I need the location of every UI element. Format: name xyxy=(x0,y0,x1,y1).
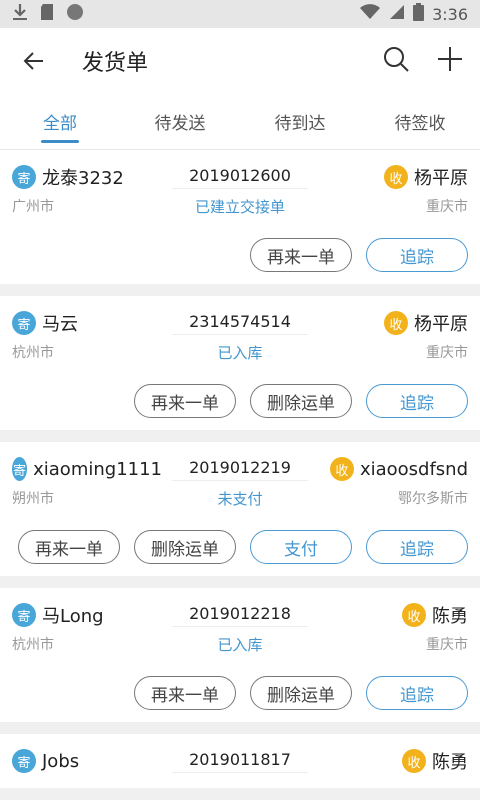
battery-icon xyxy=(413,3,425,25)
sender-city: 朔州市 xyxy=(12,491,54,507)
receive-badge: 收 xyxy=(402,603,426,627)
track-button[interactable]: 追踪 xyxy=(366,530,468,564)
track-button[interactable]: 追踪 xyxy=(366,238,468,272)
delete-waybill-button[interactable]: 删除运单 xyxy=(250,676,352,710)
signal-icon xyxy=(389,4,405,24)
receiver-city: 鄂尔多斯市 xyxy=(398,491,468,507)
page-title: 发货单 xyxy=(82,51,149,76)
receiver-city: 重庆市 xyxy=(426,199,468,215)
order-card[interactable]: 寄 龙泰3232 2019012600 收 杨平原 广州市 已建立交接单 重庆市… xyxy=(0,150,480,284)
sender-city: 杭州市 xyxy=(12,637,54,653)
wifi-icon xyxy=(359,4,381,24)
receiver-name: 杨平原 xyxy=(414,314,468,335)
receiver-name: 陈勇 xyxy=(432,606,468,627)
search-button[interactable] xyxy=(382,45,410,77)
waybill-number: 2019012600 xyxy=(172,166,308,189)
add-button[interactable] xyxy=(436,45,464,77)
order-list: 寄 龙泰3232 2019012600 收 杨平原 广州市 已建立交接单 重庆市… xyxy=(0,150,480,800)
reorder-button[interactable]: 再来一单 xyxy=(134,676,236,710)
back-button[interactable] xyxy=(16,43,52,79)
send-badge: 寄 xyxy=(12,457,28,481)
tab-pending-send[interactable]: 待发送 xyxy=(120,94,240,149)
receive-badge: 收 xyxy=(402,749,426,773)
sender-city: 广州市 xyxy=(12,199,54,215)
receiver-city: 重庆市 xyxy=(426,637,468,653)
order-status: 未支付 xyxy=(217,489,263,508)
arrow-left-icon xyxy=(23,52,43,70)
order-card[interactable]: 寄 xiaoming1111 2019012219 收 xiaoosdfsnd … xyxy=(0,442,480,576)
plus-icon xyxy=(438,47,462,71)
order-status: 已入库 xyxy=(217,343,263,362)
sender-name: 马Long xyxy=(42,606,104,627)
order-card[interactable]: 寄 马云 2314574514 收 杨平原 杭州市 已入库 重庆市 再来一单 删… xyxy=(0,296,480,430)
tab-all[interactable]: 全部 xyxy=(0,94,120,149)
sender-name: Jobs xyxy=(42,750,80,772)
sender-name: xiaoming1111 xyxy=(33,458,162,480)
waybill-number: 2019012218 xyxy=(172,604,308,627)
pay-button[interactable]: 支付 xyxy=(250,530,352,564)
waybill-number: 2019011817 xyxy=(172,750,308,773)
send-badge: 寄 xyxy=(12,603,36,627)
delete-waybill-button[interactable]: 删除运单 xyxy=(250,384,352,418)
waybill-number: 2314574514 xyxy=(172,312,308,335)
receiver-city: 重庆市 xyxy=(426,345,468,361)
sd-card-icon xyxy=(40,3,54,25)
status-bar: 3:36 xyxy=(0,0,480,28)
send-badge: 寄 xyxy=(12,311,36,335)
order-card[interactable]: 寄 Jobs 2019011817 收 陈勇 xyxy=(0,734,480,788)
receiver-name: 陈勇 xyxy=(432,752,468,773)
waybill-number: 2019012219 xyxy=(172,458,308,481)
search-icon xyxy=(384,47,409,72)
receiver-name: 杨平原 xyxy=(414,168,468,189)
receive-badge: 收 xyxy=(384,165,408,189)
sender-name: 马云 xyxy=(42,314,78,335)
track-button[interactable]: 追踪 xyxy=(366,384,468,418)
download-icon xyxy=(12,3,28,25)
order-status: 已建立交接单 xyxy=(194,197,285,216)
reorder-button[interactable]: 再来一单 xyxy=(134,384,236,418)
track-button[interactable]: 追踪 xyxy=(366,676,468,710)
receive-badge: 收 xyxy=(329,457,354,481)
circle-notification-icon xyxy=(66,3,84,25)
receiver-name: xiaoosdfsnd xyxy=(359,458,468,480)
tab-pending-sign[interactable]: 待签收 xyxy=(360,94,480,149)
order-card[interactable]: 寄 马Long 2019012218 收 陈勇 杭州市 已入库 重庆市 再来一单… xyxy=(0,588,480,722)
reorder-button[interactable]: 再来一单 xyxy=(250,238,352,272)
sender-name: 龙泰3232 xyxy=(42,168,124,189)
clock: 3:36 xyxy=(432,4,468,24)
tab-pending-arrival[interactable]: 待到达 xyxy=(240,94,360,149)
receive-badge: 收 xyxy=(384,311,408,335)
reorder-button[interactable]: 再来一单 xyxy=(18,530,120,564)
app-bar: 发货单 xyxy=(0,28,480,94)
send-badge: 寄 xyxy=(12,749,36,773)
tab-bar: 全部 待发送 待到达 待签收 xyxy=(0,94,480,150)
send-badge: 寄 xyxy=(12,165,36,189)
delete-waybill-button[interactable]: 删除运单 xyxy=(134,530,236,564)
order-status: 已入库 xyxy=(217,635,263,654)
sender-city: 杭州市 xyxy=(12,345,54,361)
